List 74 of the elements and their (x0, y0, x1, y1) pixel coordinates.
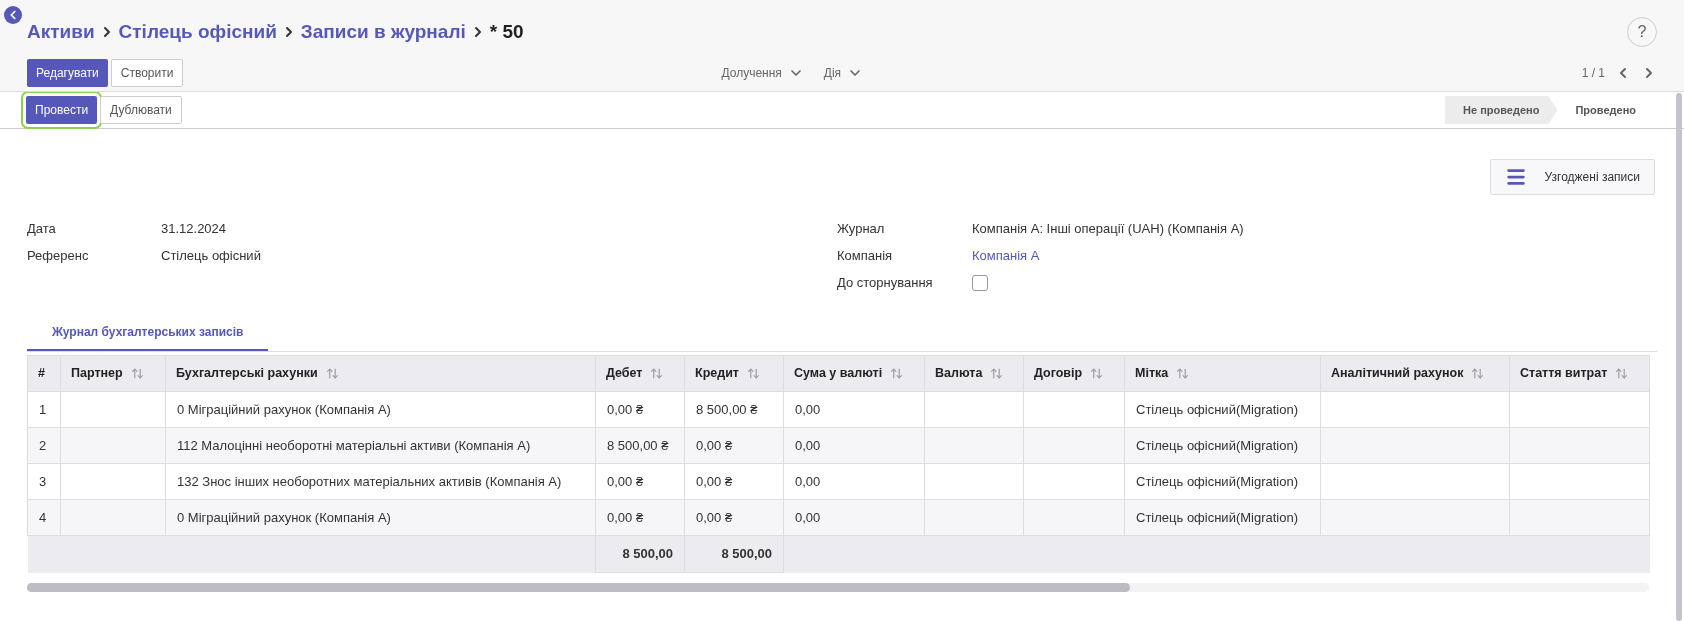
column-header[interactable]: Мітка (1124, 355, 1321, 392)
table-cell: 0,00 ₴ (696, 509, 733, 525)
sort-icon (990, 367, 1004, 380)
table-cell: 0,00 (795, 401, 821, 417)
dropdown-menu[interactable]: Долучення (721, 63, 804, 82)
field-value: 31.12.2024 (161, 220, 227, 239)
table-cell: Стілець офісний(Migration) (1136, 509, 1299, 525)
table-cell: 2 (39, 437, 47, 453)
column-header[interactable]: Договір (1023, 355, 1125, 392)
table-cell: 0,00 (795, 509, 821, 525)
total-cell: 8 500,00 (721, 546, 772, 562)
table-cell: 8 500,00 ₴ (696, 401, 758, 417)
column-header[interactable]: Кредит (684, 355, 784, 392)
toolbar-button[interactable]: Створити (110, 58, 184, 87)
column-header[interactable]: Партнер (60, 355, 166, 392)
sort-icon (1471, 367, 1485, 380)
tab[interactable]: Журнал бухгалтерських записів (27, 315, 269, 351)
column-header[interactable]: Сума у валюті (783, 355, 925, 392)
breadcrumb-current: * 50 (489, 20, 524, 44)
smart-button[interactable]: Узгоджені записи (1489, 159, 1655, 195)
table-cell: 112 Малоцінні необоротні матеріальні активи (Компанія А) (177, 437, 531, 453)
field-label: Компанія (837, 247, 894, 266)
table-cell: 132 Знос інших необоротних матеріальних активів (Компанія А) (177, 473, 562, 489)
scrollbar-thumb[interactable] (1676, 93, 1682, 621)
sort-icon (325, 367, 339, 380)
table-cell: 4 (39, 509, 47, 525)
table-cell: 0,00 (795, 437, 821, 453)
field-value: Стілець офісний (161, 247, 261, 266)
dropdown-menu[interactable]: Дія (823, 63, 864, 82)
back-icon[interactable] (4, 6, 22, 24)
sort-icon (890, 367, 904, 380)
table-cell: 0,00 ₴ (696, 473, 733, 489)
column-header[interactable]: Стаття витрат (1509, 355, 1650, 392)
table-cell: 0,00 ₴ (607, 509, 644, 525)
breadcrumb-link[interactable]: Активи (27, 18, 95, 47)
breadcrumb-link[interactable]: Стілець офісний (118, 18, 277, 47)
scrollbar-thumb[interactable] (27, 583, 1130, 592)
field-label: Референс (27, 247, 90, 266)
table-cell: 0,00 ₴ (607, 401, 644, 417)
sort-icon (650, 367, 664, 380)
pager-text: 1 / 1 (1581, 64, 1605, 82)
column-header[interactable]: Аналітичний рахунок (1320, 355, 1510, 392)
field-value: Компанія А: Інші операції (UAH) (Компанія А) (972, 220, 1244, 239)
table-cell: 8 500,00 ₴ (607, 437, 669, 453)
field-label: Дата (27, 220, 57, 239)
sort-icon (1176, 367, 1190, 380)
table-cell: 0,00 ₴ (607, 473, 644, 489)
column-header[interactable]: # (27, 355, 61, 392)
table-cell: Стілець офісний(Migration) (1136, 437, 1299, 453)
table-cell: 0 Міграційний рахунок (Компанія А) (177, 509, 391, 525)
table-cell: 0,00 (795, 473, 821, 489)
table-cell: 3 (39, 473, 47, 489)
breadcrumb-link[interactable]: Записи в журналі (300, 18, 466, 47)
column-header[interactable]: Дебет (595, 355, 685, 392)
action-button[interactable]: Дублювати (100, 96, 182, 124)
total-cell: 8 500,00 (622, 546, 673, 562)
sort-icon (746, 367, 760, 380)
company-link[interactable]: Компанія А (972, 246, 1040, 266)
column-header[interactable]: Бухгалтерські рахунки (165, 355, 596, 392)
table-cell: 1 (39, 401, 47, 417)
status-stage[interactable]: Не проведено (1445, 96, 1558, 124)
table-cell: 0,00 ₴ (696, 437, 733, 453)
sort-icon (130, 367, 144, 380)
column-header[interactable]: Валюта (924, 355, 1024, 392)
field-label: Журнал (837, 220, 886, 239)
toolbar-button[interactable]: Редагувати (27, 58, 108, 87)
list-icon (1504, 166, 1527, 188)
sort-icon (1090, 367, 1104, 380)
table-cell: 0 Міграційний рахунок (Компанія А) (177, 401, 391, 417)
checkbox[interactable] (972, 275, 988, 291)
field-label: До сторнування (837, 274, 934, 293)
table-cell: Стілець офісний(Migration) (1136, 401, 1299, 417)
sort-icon (1615, 367, 1629, 380)
table-cell: Стілець офісний(Migration) (1136, 473, 1299, 489)
